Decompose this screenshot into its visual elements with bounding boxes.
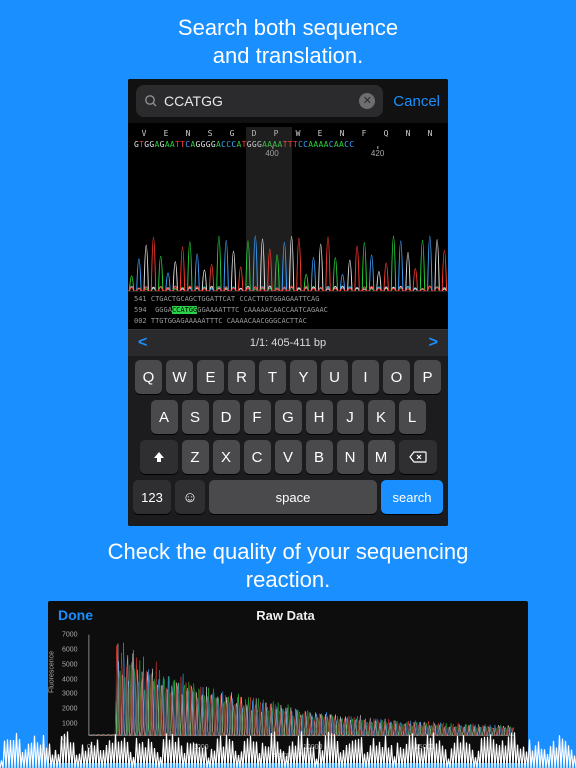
phone-panel: CCATGG ✕ Cancel VENSGDPWENFQNN GTGGAGAAT… — [128, 79, 448, 526]
aa-letter: N — [178, 129, 200, 138]
key-c[interactable]: C — [244, 440, 271, 474]
key-i[interactable]: I — [352, 360, 379, 394]
search-field[interactable]: CCATGG ✕ — [136, 85, 383, 117]
chromatogram[interactable] — [128, 173, 448, 291]
key-s[interactable]: S — [182, 400, 209, 434]
key-f[interactable]: F — [244, 400, 271, 434]
y-tick: 4000 — [62, 676, 78, 683]
key-123[interactable]: 123 — [133, 480, 171, 514]
key-backspace[interactable] — [399, 440, 437, 474]
search-input-text: CCATGG — [158, 93, 359, 109]
key-x[interactable]: X — [213, 440, 240, 474]
result-pager: < 1/1: 405-411 bp > — [128, 329, 448, 356]
y-tick: 2000 — [62, 706, 78, 713]
aa-letter: Q — [376, 129, 398, 138]
key-b[interactable]: B — [306, 440, 333, 474]
key-t[interactable]: T — [259, 360, 286, 394]
y-tick: 3000 — [62, 691, 78, 698]
aa-letter: N — [398, 129, 420, 138]
key-search[interactable]: search — [381, 480, 443, 514]
key-m[interactable]: M — [368, 440, 395, 474]
clear-icon[interactable]: ✕ — [359, 93, 375, 109]
key-d[interactable]: D — [213, 400, 240, 434]
key-y[interactable]: Y — [290, 360, 317, 394]
aa-letter: E — [310, 129, 332, 138]
search-icon — [144, 94, 158, 108]
key-j[interactable]: J — [337, 400, 364, 434]
y-axis-label: Fluorescence — [49, 651, 56, 693]
key-n[interactable]: N — [337, 440, 364, 474]
key-e[interactable]: E — [197, 360, 224, 394]
overview-line2-post: GGAAAATTTC CAAAAACAACCAATCAGAAC — [197, 306, 328, 314]
key-p[interactable]: P — [414, 360, 441, 394]
key-r[interactable]: R — [228, 360, 255, 394]
key-h[interactable]: H — [306, 400, 333, 434]
sequence-overview[interactable]: 541 CTGACTGCAGCTGGATTCAT CCACTTGTGGAGAAT… — [128, 291, 448, 329]
key-v[interactable]: V — [275, 440, 302, 474]
aa-letter: N — [332, 129, 354, 138]
key-q[interactable]: Q — [135, 360, 162, 394]
aa-letter: V — [134, 129, 156, 138]
key-z[interactable]: Z — [182, 440, 209, 474]
aa-letter: S — [200, 129, 222, 138]
result-position-label: 1/1: 405-411 bp — [250, 337, 326, 349]
search-bar: CCATGG ✕ Cancel — [128, 79, 448, 123]
overview-line2-pre: 594 GGGA — [134, 306, 172, 314]
prev-result-button[interactable]: < — [138, 334, 147, 352]
aa-letter: E — [156, 129, 178, 138]
next-result-button[interactable]: > — [429, 334, 438, 352]
aa-letter: F — [354, 129, 376, 138]
match-hit: CCATGG — [172, 306, 197, 314]
y-tick: 6000 — [62, 646, 78, 653]
key-o[interactable]: O — [383, 360, 410, 394]
key-shift[interactable] — [140, 440, 178, 474]
cancel-button[interactable]: Cancel — [383, 93, 440, 110]
keyboard: QWERTYUIOP ASDFGHJKL ZXCVBNM 123 ☺ space… — [128, 356, 448, 526]
key-a[interactable]: A — [151, 400, 178, 434]
key-l[interactable]: L — [399, 400, 426, 434]
key-u[interactable]: U — [321, 360, 348, 394]
chromatogram-traces — [128, 173, 448, 291]
key-k[interactable]: K — [368, 400, 395, 434]
raw-data-title: Raw Data — [53, 608, 518, 623]
key-w[interactable]: W — [166, 360, 193, 394]
y-tick: 7000 — [62, 632, 78, 639]
aa-letter: N — [420, 129, 442, 138]
y-tick: 5000 — [62, 661, 78, 668]
key-g[interactable]: G — [275, 400, 302, 434]
key-space[interactable]: space — [209, 480, 377, 514]
caption-quality: Check the quality of your sequencingreac… — [0, 526, 576, 601]
raw-data-toolbar: Done Raw Data — [48, 601, 528, 629]
caption-search: Search both sequenceand translation. — [0, 0, 576, 79]
key-emoji[interactable]: ☺ — [175, 480, 205, 514]
aa-letter: G — [222, 129, 244, 138]
footer-wave-icon — [0, 720, 576, 768]
